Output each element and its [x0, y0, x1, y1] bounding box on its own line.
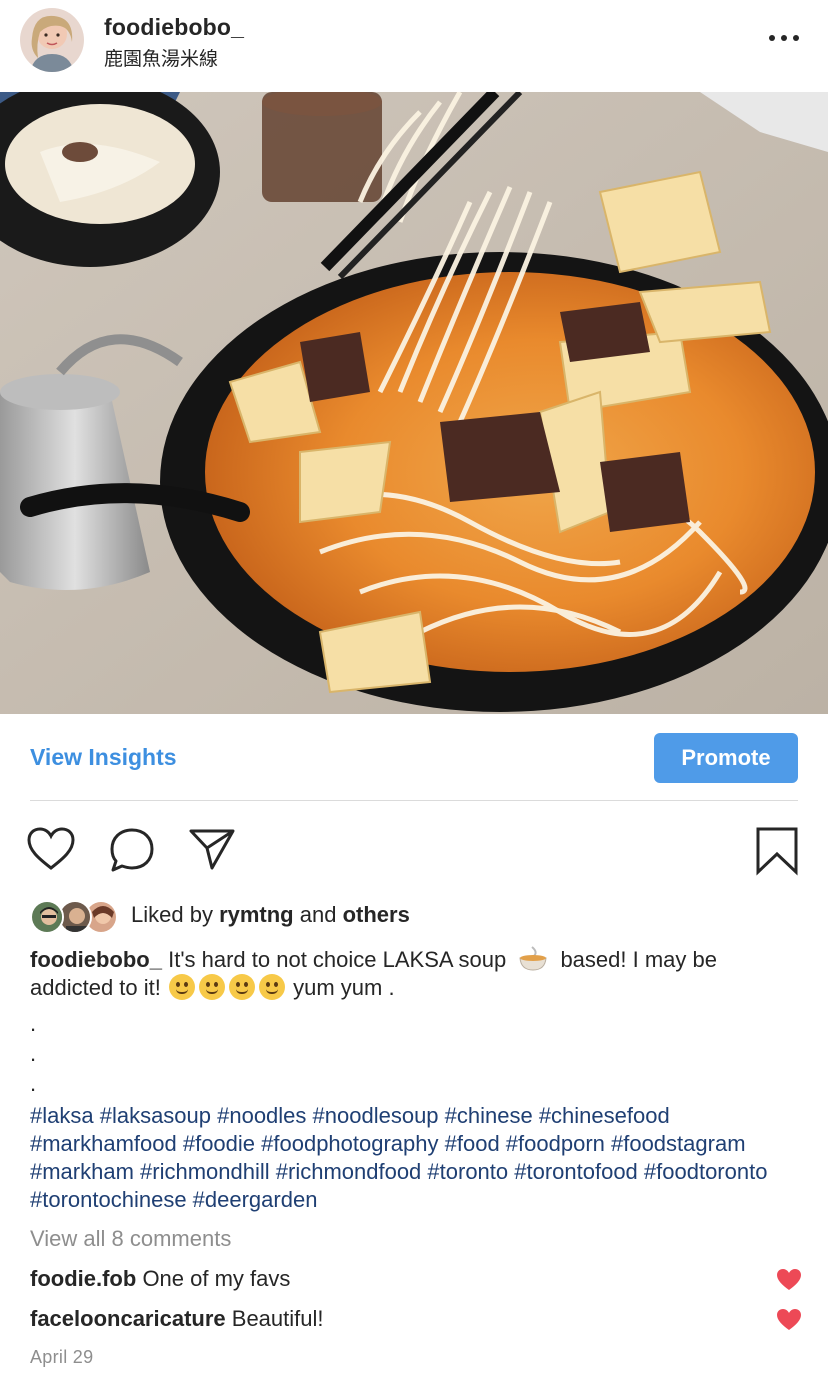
avatar	[30, 900, 64, 934]
more-options-icon[interactable]	[764, 26, 804, 50]
caption-author[interactable]: foodiebobo_	[30, 947, 162, 972]
promote-button[interactable]: Promote	[654, 733, 798, 783]
paper-plane-icon[interactable]	[188, 826, 236, 874]
caption-dot: .	[30, 1071, 37, 1096]
comment-text: Beautiful!	[231, 1306, 324, 1331]
caption-text: It's hard to not choice LAKSA soup	[161, 947, 507, 972]
liker-avatars[interactable]	[30, 900, 120, 934]
yum-face-emoji-icon	[259, 974, 285, 1000]
caption-dot: .	[30, 1011, 37, 1036]
comment: foodie.fob One of my favs	[30, 1266, 290, 1292]
liked-middle: and	[293, 902, 343, 927]
liked-prefix: Liked by	[131, 902, 220, 927]
caption-text: yum yum .	[293, 975, 395, 1000]
crazy-face-emoji-icon	[169, 974, 195, 1000]
caption-hashtags[interactable]: #laksa #laksasoup #noodles #noodlesoup #…	[30, 1102, 810, 1214]
winking-tongue-emoji-icon	[199, 974, 225, 1000]
caption-dot: .	[30, 1041, 37, 1066]
comment-text: One of my favs	[142, 1266, 291, 1291]
post-date: April 29	[30, 1347, 94, 1367]
heart-filled-icon[interactable]	[776, 1268, 802, 1292]
liked-by-text: Liked by rymtng and others	[131, 902, 410, 928]
heart-filled-icon[interactable]	[776, 1308, 802, 1332]
more-dot	[769, 35, 775, 41]
view-all-comments-link[interactable]: View all 8 comments	[30, 1226, 231, 1252]
smiling-face-emoji-icon	[229, 974, 255, 1000]
liked-others-link[interactable]: others	[343, 902, 410, 927]
comment-username[interactable]: foodie.fob	[30, 1266, 136, 1291]
bookmark-icon[interactable]	[754, 826, 802, 876]
heart-outline-icon[interactable]	[26, 826, 75, 874]
liked-user-link[interactable]: rymtng	[219, 902, 294, 927]
view-insights-link[interactable]: View Insights	[30, 744, 177, 771]
post-username[interactable]: foodiebobo_	[104, 14, 244, 41]
post-header: foodiebobo_ 鹿園魚湯米線	[0, 0, 828, 92]
post-photo[interactable]	[0, 92, 828, 714]
avatar[interactable]	[20, 8, 84, 72]
comment: facelooncaricature Beautiful!	[30, 1306, 324, 1332]
comment-bubble-icon[interactable]	[108, 826, 156, 874]
post-caption: foodiebobo_ It's hard to not choice LAKS…	[30, 946, 800, 1002]
post-location[interactable]: 鹿園魚湯米線	[104, 44, 218, 71]
noodle-bowl-emoji-icon	[518, 946, 548, 972]
divider	[30, 800, 798, 801]
more-dot	[793, 35, 799, 41]
more-dot	[781, 35, 787, 41]
comment-username[interactable]: facelooncaricature	[30, 1306, 226, 1331]
